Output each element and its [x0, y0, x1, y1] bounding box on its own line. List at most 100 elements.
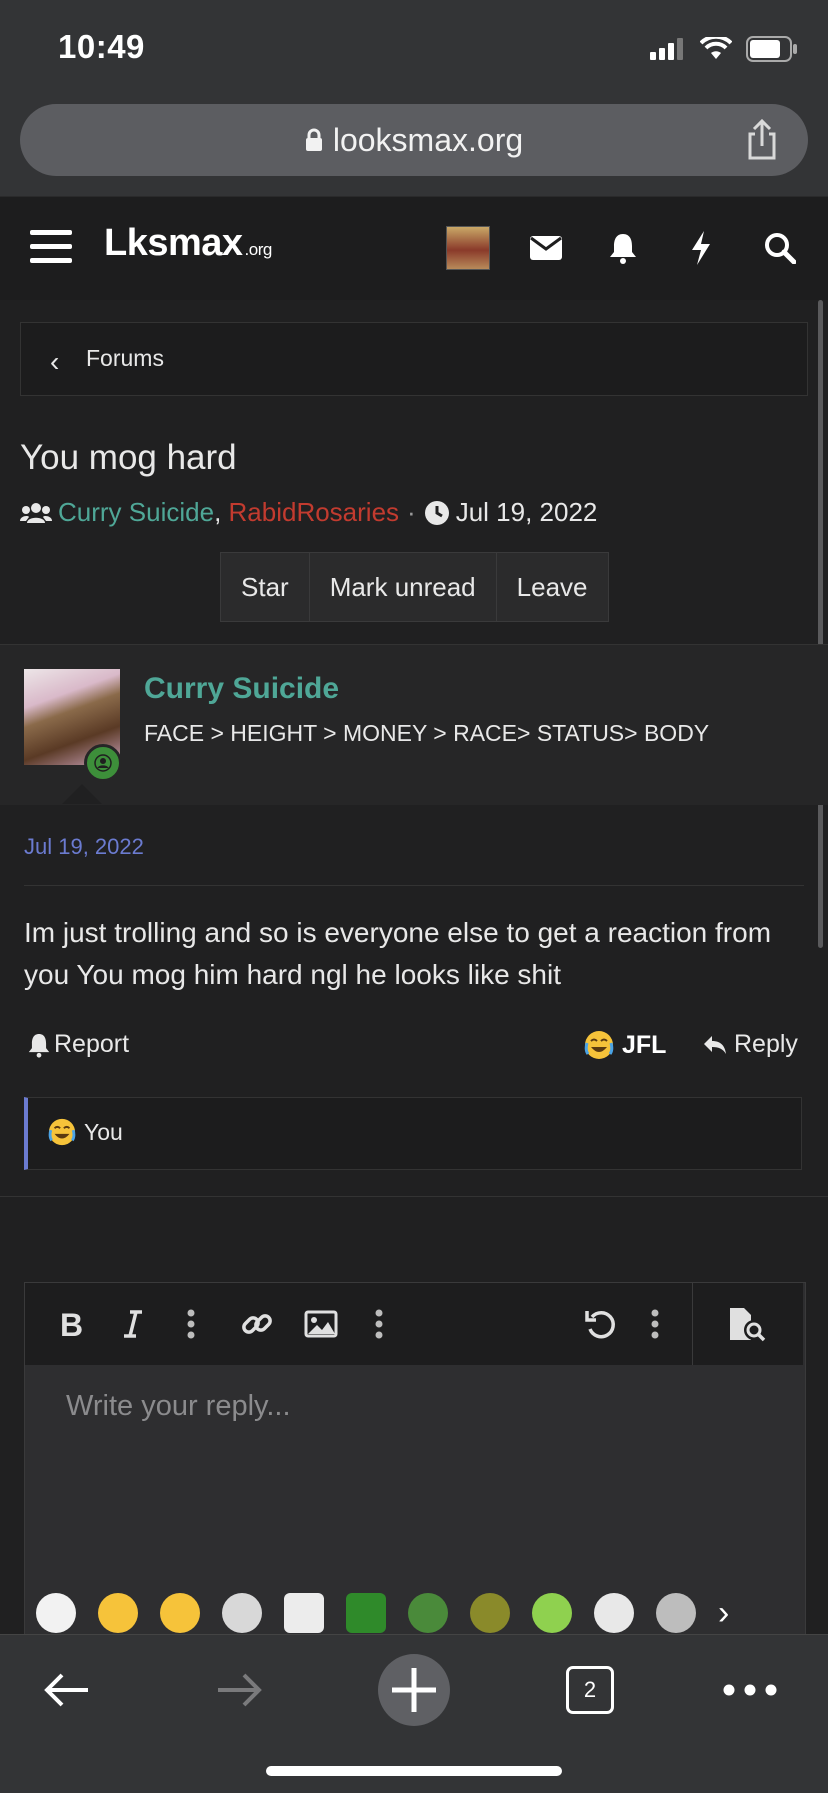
- thread-date: Jul 19, 2022: [455, 497, 598, 527]
- comma: ,: [214, 497, 229, 527]
- smilie-icon[interactable]: [36, 1593, 76, 1633]
- poster-title: FACE > HEIGHT > MONEY > RACE> STATUS> BO…: [144, 720, 710, 746]
- lock-icon: [305, 128, 322, 151]
- crying-laughing-emoji-icon: [584, 1031, 614, 1059]
- link-icon: [242, 1314, 272, 1334]
- breadcrumb-forums[interactable]: Forums: [86, 345, 164, 372]
- smilie-icon[interactable]: [346, 1593, 386, 1633]
- vertical-dots-icon: [375, 1309, 383, 1339]
- logo-suffix: .org: [244, 240, 273, 259]
- leave-button[interactable]: Leave: [496, 553, 608, 621]
- more-button[interactable]: [718, 1650, 782, 1730]
- back-button[interactable]: [32, 1650, 102, 1730]
- reactions-bar[interactable]: [24, 1097, 802, 1170]
- bold-button[interactable]: B: [50, 1303, 92, 1345]
- image-button[interactable]: [300, 1303, 342, 1345]
- smilie-icon[interactable]: [656, 1593, 696, 1633]
- online-status-badge: [84, 744, 122, 782]
- italic-button[interactable]: [112, 1303, 154, 1345]
- reaction-button[interactable]: JFL: [584, 1030, 666, 1060]
- menu-button[interactable]: [30, 228, 72, 264]
- reply-label: Reply: [734, 1030, 798, 1058]
- scrollbar[interactable]: [818, 300, 823, 948]
- search-icon: [765, 233, 796, 264]
- nerd-emoji-icon[interactable]: [98, 1593, 138, 1633]
- whats-new-button[interactable]: [681, 228, 721, 268]
- divider: [24, 885, 804, 886]
- chevron-right-icon[interactable]: ›: [718, 1594, 729, 1633]
- inbox-button[interactable]: [526, 228, 566, 268]
- more-insert-options-button[interactable]: [358, 1303, 400, 1345]
- plus-icon: [378, 1654, 450, 1726]
- nauseated-emoji-icon[interactable]: [532, 1593, 572, 1633]
- arrow-right-icon: [218, 1673, 262, 1707]
- undo-icon: [585, 1310, 615, 1339]
- participant-link[interactable]: Curry Suicide: [58, 497, 214, 528]
- address-text[interactable]: looksmax.org: [0, 104, 828, 176]
- more-options-button[interactable]: [634, 1303, 676, 1345]
- vertical-dots-icon: [651, 1309, 659, 1339]
- forward-button[interactable]: [204, 1650, 274, 1730]
- user-icon: [94, 754, 112, 772]
- arrow-left-icon: [44, 1673, 88, 1707]
- more-text-options-button[interactable]: [170, 1303, 212, 1345]
- preview-button[interactable]: [726, 1303, 768, 1345]
- rofl-emoji-icon[interactable]: [160, 1593, 200, 1633]
- divider: [0, 1196, 828, 1197]
- user-avatar[interactable]: [446, 226, 490, 270]
- italic-icon: [124, 1310, 142, 1338]
- envelope-icon: [530, 236, 562, 260]
- reaction-label: JFL: [622, 1030, 667, 1059]
- status-time: 10:49: [58, 28, 145, 65]
- star-button[interactable]: Star: [221, 553, 310, 621]
- smilie-icon[interactable]: [222, 1593, 262, 1633]
- status-icons: [650, 36, 798, 62]
- toolbar-separator: [692, 1283, 693, 1365]
- reply-arrow-icon: [704, 1035, 726, 1054]
- tabs-button[interactable]: 2: [560, 1650, 620, 1730]
- smilie-icon[interactable]: [284, 1593, 324, 1633]
- hamburger-icon: [30, 230, 72, 263]
- lightning-icon: [692, 231, 710, 265]
- image-icon: [304, 1310, 338, 1338]
- reply-button[interactable]: Reply: [702, 1030, 798, 1059]
- preview-icon: [730, 1308, 766, 1342]
- alerts-button[interactable]: [603, 228, 643, 268]
- tab-count: 2: [583, 1677, 597, 1702]
- users-icon: [20, 502, 52, 523]
- mark-unread-button[interactable]: Mark unread: [309, 553, 497, 621]
- reaction-summary[interactable]: You: [48, 1118, 123, 1146]
- svg-text:B: B: [60, 1309, 83, 1339]
- new-tab-button[interactable]: [378, 1650, 450, 1730]
- search-button[interactable]: [760, 228, 800, 268]
- site-logo[interactable]: Lksmax .org: [104, 222, 272, 265]
- thread-meta: Curry Suicide, RabidRosaries · Jul 19, 2…: [20, 497, 597, 528]
- chevron-left-icon: ‹: [50, 346, 60, 377]
- post-date[interactable]: Jul 19, 2022: [24, 834, 144, 860]
- poster-name[interactable]: Curry Suicide: [144, 672, 339, 706]
- share-button[interactable]: [738, 116, 786, 164]
- smilie-strip: ›: [36, 1592, 796, 1634]
- report-button[interactable]: Report: [28, 1030, 129, 1059]
- thread-title: You mog hard: [20, 438, 237, 477]
- thread-actions: Star Mark unread Leave: [220, 552, 609, 622]
- link-button[interactable]: [236, 1303, 278, 1345]
- wifi-icon: [700, 37, 732, 59]
- reaction-summary-text: You: [84, 1118, 123, 1145]
- post-body: Im just trolling and so is everyone else…: [24, 917, 772, 990]
- url-label: looksmax.org: [332, 121, 524, 158]
- bell-icon: [610, 234, 636, 264]
- logo-text: Lksmax: [104, 222, 243, 264]
- pepe-icon[interactable]: [408, 1593, 448, 1633]
- shrek-icon[interactable]: [470, 1593, 510, 1633]
- smilie-icon[interactable]: [594, 1593, 634, 1633]
- horizontal-dots-icon: [723, 1684, 777, 1696]
- participant-link[interactable]: RabidRosaries: [229, 497, 400, 528]
- post-pointer: [62, 784, 102, 804]
- reply-input[interactable]: Write your reply...: [66, 1390, 291, 1423]
- tab-count-box: 2: [566, 1666, 614, 1714]
- clock-icon: [424, 500, 449, 525]
- undo-button[interactable]: [580, 1303, 622, 1345]
- report-label: Report: [54, 1030, 130, 1058]
- home-indicator[interactable]: [266, 1766, 562, 1776]
